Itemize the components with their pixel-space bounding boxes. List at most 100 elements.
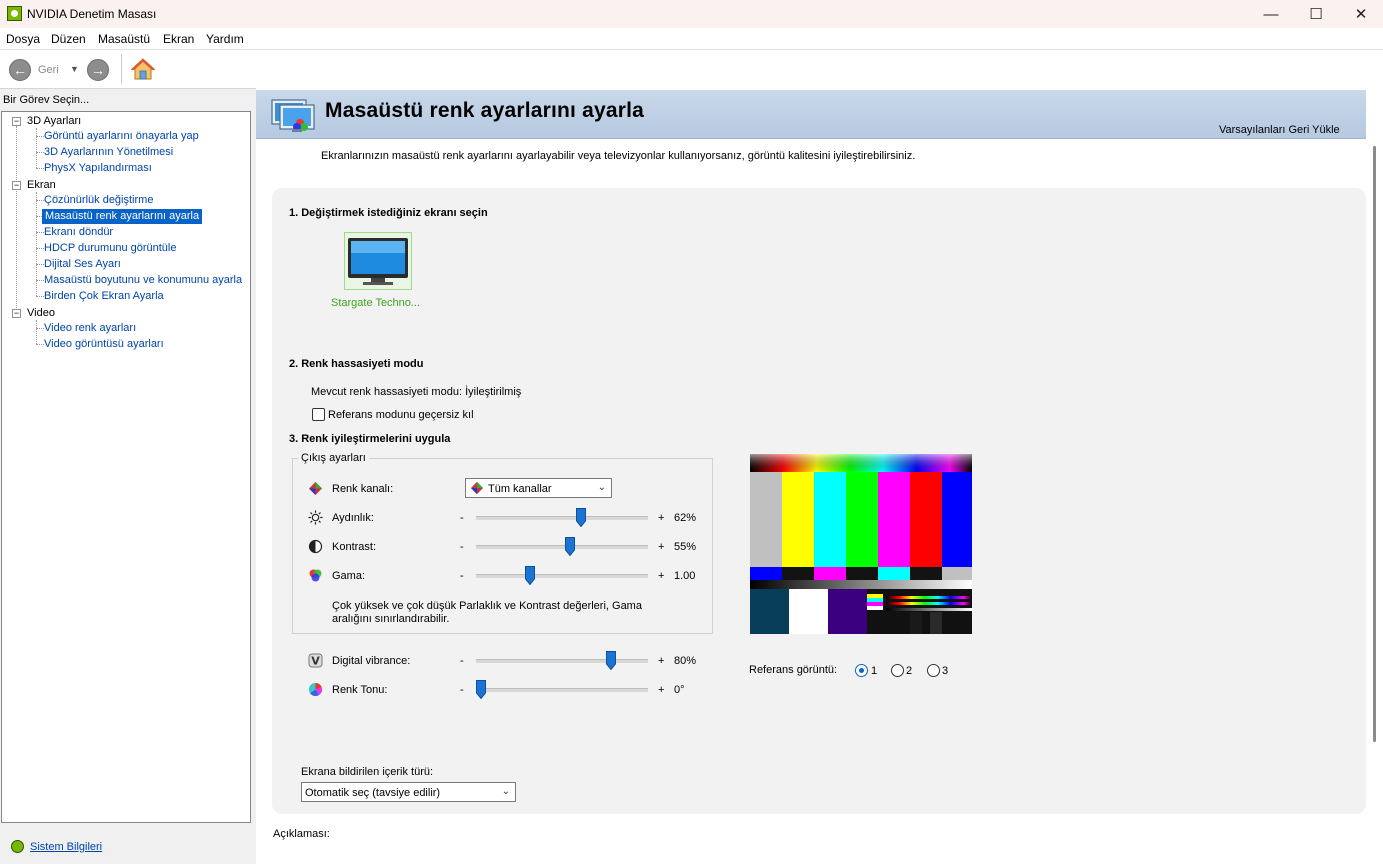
slider-track-1[interactable]	[476, 545, 648, 549]
slider-increase-4[interactable]: +	[658, 684, 664, 696]
maximize-button[interactable]: ☐	[1293, 0, 1339, 28]
page-description: Ekranlarınızın masaüstü renk ayarlarını …	[321, 150, 916, 162]
tree-item-multiple-displays[interactable]: Birden Çok Ekran Ayarla	[44, 290, 164, 302]
tree-item-digital-audio[interactable]: Dijital Ses Ayarı	[44, 258, 121, 270]
slider-increase-0[interactable]: +	[658, 512, 664, 524]
menu-yardim[interactable]: Yardım	[206, 32, 244, 46]
tree-item-video-image[interactable]: Video görüntüsü ayarları	[44, 338, 164, 350]
forward-arrow-icon[interactable]: →	[87, 59, 109, 81]
color-channel-icon	[309, 482, 322, 495]
color-channel-value: Tüm kanallar	[488, 483, 552, 495]
menu-bar: Dosya Düzen Masaüstü Ekran Yardım	[0, 28, 1383, 50]
back-arrow-icon[interactable]: ←	[9, 59, 31, 81]
tree-group-ekran[interactable]: Ekran	[27, 179, 56, 191]
slider-thumb-2[interactable]	[524, 566, 535, 585]
warning-line-1: Çok yüksek ve çok düşük Parlaklık ve Kon…	[332, 600, 642, 612]
tree-item-desktop-size[interactable]: Masaüstü boyutunu ve konumunu ayarla	[44, 274, 242, 286]
page-title: Masaüstü renk ayarlarını ayarla	[325, 99, 645, 122]
toolbar: ← Geri ▼ →	[0, 50, 1383, 89]
tree-item-hdcp[interactable]: HDCP durumunu görüntüle	[44, 242, 176, 254]
history-dropdown-icon[interactable]: ▼	[70, 64, 79, 74]
menu-ekran[interactable]: Ekran	[163, 32, 194, 46]
tree-item-resolution[interactable]: Çözünürlük değiştirme	[44, 194, 153, 206]
slider-thumb-3[interactable]	[605, 651, 616, 670]
slider-decrease-2[interactable]: -	[460, 570, 464, 582]
slider-label-4: Renk Tonu:	[332, 684, 388, 696]
reference-radio-3[interactable]	[927, 664, 940, 677]
color-channel-select[interactable]: Tüm kanallar ⌄	[465, 478, 612, 498]
slider-increase-3[interactable]: +	[658, 655, 664, 667]
reference-test-pattern	[750, 454, 972, 634]
reference-radio-1[interactable]	[855, 664, 868, 677]
reference-radio-1-label[interactable]: 1	[871, 665, 877, 677]
menu-masaustu[interactable]: Masaüstü	[98, 32, 150, 46]
sun-icon	[308, 510, 323, 525]
slider-track-0[interactable]	[476, 516, 648, 520]
task-tree[interactable]: − 3D Ayarları Görüntü ayarlarını önayarl…	[1, 111, 251, 823]
close-button[interactable]: ✕	[1338, 0, 1383, 28]
override-reference-label[interactable]: Referans modunu geçersiz kıl	[328, 409, 474, 421]
slider-thumb-0[interactable]	[576, 508, 587, 527]
tree-group-3d[interactable]: 3D Ayarları	[27, 115, 81, 127]
reference-radio-2[interactable]	[891, 664, 904, 677]
tree-group-video[interactable]: Video	[27, 307, 55, 319]
slider-thumb-1[interactable]	[565, 537, 576, 556]
gamma-icon	[309, 569, 322, 582]
slider-decrease-4[interactable]: -	[460, 684, 464, 696]
system-info-link[interactable]: Sistem Bilgileri	[30, 841, 102, 853]
tree-item-image-presets[interactable]: Görüntü ayarlarını önayarla yap	[44, 130, 199, 142]
slider-value-0: 62%	[674, 512, 697, 524]
tree-item-physx[interactable]: PhysX Yapılandırması	[44, 162, 152, 174]
back-label[interactable]: Geri	[38, 64, 59, 76]
slider-decrease-0[interactable]: -	[460, 512, 464, 524]
chevron-down-icon: ⌄	[597, 482, 606, 493]
slider-track-2[interactable]	[476, 574, 648, 578]
slider-track-4[interactable]	[476, 688, 648, 692]
slider-increase-2[interactable]: +	[658, 570, 664, 582]
hue-icon	[308, 682, 322, 697]
tree-item-desktop-color[interactable]: Masaüstü renk ayarlarını ayarla	[42, 209, 203, 224]
warning-line-2: aralığını sınırlandırabilir.	[332, 613, 450, 625]
reference-radio-2-label[interactable]: 2	[906, 665, 912, 677]
tree-item-manage-3d[interactable]: 3D Ayarlarının Yönetilmesi	[44, 146, 173, 158]
display-name[interactable]: Stargate Techno...	[331, 297, 420, 309]
chevron-down-icon: ⌄	[501, 786, 510, 797]
monitor-icon	[348, 238, 408, 285]
slider-value-4: 0°	[674, 684, 685, 696]
svg-text:V: V	[311, 655, 320, 668]
menu-dosya[interactable]: Dosya	[6, 32, 40, 46]
home-icon[interactable]	[130, 56, 156, 82]
task-pane-label: Bir Görev Seçin...	[3, 94, 90, 106]
scrollbar-thumb[interactable]	[1373, 146, 1376, 742]
slider-decrease-3[interactable]: -	[460, 655, 464, 667]
tree-item-rotate[interactable]: Ekranı döndür	[44, 226, 113, 238]
description-label: Açıklaması:	[273, 828, 330, 840]
content-type-value: Otomatik seç (tavsiye edilir)	[305, 787, 441, 799]
slider-increase-1[interactable]: +	[658, 541, 664, 553]
content-type-label: Ekrana bildirilen içerik türü:	[301, 766, 434, 778]
slider-track-3[interactable]	[476, 659, 648, 663]
collapse-video-icon[interactable]: −	[12, 309, 21, 318]
section3-title: 3. Renk iyileştirmelerini uygula	[289, 433, 451, 445]
menu-duzen[interactable]: Düzen	[51, 32, 86, 46]
all-channels-icon	[470, 481, 484, 495]
nvidia-app-icon	[7, 6, 22, 21]
color-channel-label: Renk kanalı:	[332, 483, 394, 495]
override-reference-checkbox[interactable]	[312, 408, 325, 421]
restore-defaults-link[interactable]: Varsayılanları Geri Yükle	[1219, 124, 1340, 136]
slider-value-3: 80%	[674, 655, 697, 667]
tree-item-video-color[interactable]: Video renk ayarları	[44, 322, 136, 334]
collapse-3d-icon[interactable]: −	[12, 117, 21, 126]
window-title: NVIDIA Denetim Masası	[27, 7, 157, 21]
slider-thumb-4[interactable]	[476, 680, 486, 699]
slider-decrease-1[interactable]: -	[460, 541, 464, 553]
collapse-ekran-icon[interactable]: −	[12, 181, 21, 190]
content-type-select[interactable]: Otomatik seç (tavsiye edilir) ⌄	[301, 782, 516, 802]
reference-radio-3-label[interactable]: 3	[942, 665, 948, 677]
minimize-button[interactable]: —	[1248, 0, 1294, 28]
contrast-icon	[308, 539, 323, 554]
display-selector[interactable]	[344, 232, 412, 290]
slider-label-0: Aydınlık:	[332, 512, 374, 524]
output-settings-legend: Çıkış ayarları	[298, 452, 369, 464]
current-color-mode: Mevcut renk hassasiyeti modu: İyileştiri…	[311, 386, 522, 398]
